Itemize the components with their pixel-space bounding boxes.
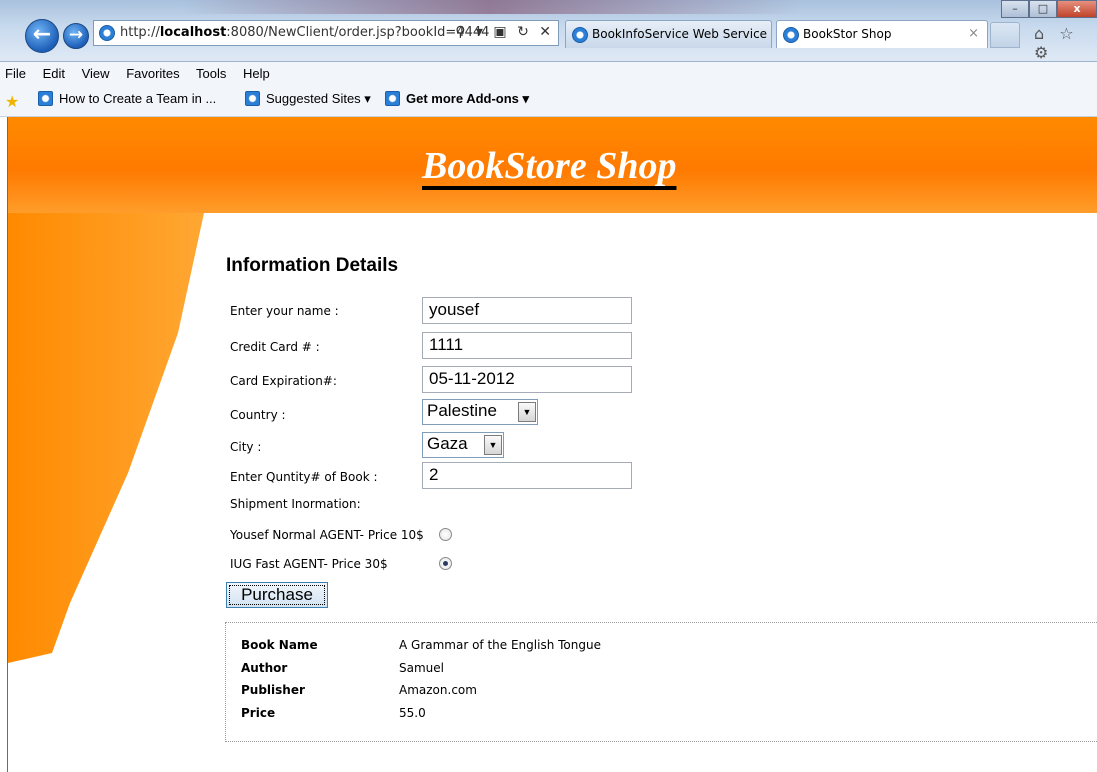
fav-label: How to Create a Team in ... (59, 91, 217, 106)
publisher-value: Amazon.com (399, 683, 477, 697)
name-input[interactable]: yousef (422, 297, 632, 324)
tab-bookinfoservice[interactable]: BookInfoService Web Service (565, 20, 772, 48)
city-label: City : (230, 440, 262, 454)
favorites-bar: ★ How to Create a Team in ... Suggested … (0, 85, 1097, 117)
fav-how-to-create-team[interactable]: How to Create a Team in ... (38, 91, 216, 106)
book-name-value: A Grammar of the English Tongue (399, 638, 601, 652)
maximize-button[interactable]: □ (1029, 0, 1057, 18)
menu-help[interactable]: Help (243, 66, 270, 81)
home-favorites-tools-icons[interactable]: ⌂ ☆ ⚙ (1034, 24, 1097, 62)
new-tab-button[interactable] (990, 22, 1020, 48)
back-button[interactable]: ← (25, 19, 59, 53)
country-label: Country : (230, 408, 286, 422)
price-key: Price (241, 706, 276, 720)
ie-page-icon (99, 25, 115, 41)
window-controls: – □ x (1001, 0, 1097, 18)
book-details-panel: Book Name A Grammar of the English Tongu… (225, 622, 1097, 742)
decorative-orange-wedge (8, 213, 204, 663)
shipment-label: Shipment Inormation: (230, 497, 361, 511)
quantity-input[interactable]: 2 (422, 462, 632, 489)
credit-card-input[interactable]: 1111 (422, 332, 632, 359)
agent-normal-radio[interactable] (439, 528, 452, 541)
fav-label: Get more Add-ons ▾ (406, 91, 530, 106)
close-window-button[interactable]: x (1057, 0, 1097, 18)
agent-fast-radio[interactable] (439, 557, 452, 570)
menu-bar: File Edit View Favorites Tools Help (0, 62, 1097, 85)
browser-title-bar: ← → http://localhost:8080/NewClient/orde… (0, 0, 1097, 62)
fav-suggested-sites[interactable]: Suggested Sites ▾ (245, 91, 371, 107)
tab-close-icon[interactable]: × (968, 26, 979, 41)
quantity-label: Enter Quntity# of Book : (230, 470, 378, 484)
ie-tab-icon (783, 27, 799, 43)
ie-page-icon (245, 91, 260, 106)
fav-label: Suggested Sites ▾ (266, 91, 371, 106)
publisher-key: Publisher (241, 683, 305, 697)
page-content: BookStore Shop Information Details Enter… (8, 117, 1097, 772)
author-key: Author (241, 661, 288, 675)
purchase-button[interactable]: Purchase (226, 582, 328, 608)
menu-file[interactable]: File (5, 66, 26, 81)
address-tools-icons[interactable]: ⚲ ▾ ▣ ↻ ✕ (455, 24, 554, 40)
address-rest: :8080/NewClient/order.jsp?bookId=4444 (226, 25, 490, 40)
menu-edit[interactable]: Edit (43, 66, 65, 81)
country-select[interactable]: Palestine ▼ (422, 399, 538, 425)
section-title: Information Details (226, 255, 399, 276)
country-selected-value: Palestine (427, 401, 497, 420)
tab-bookstor-shop[interactable]: BookStor Shop × (776, 20, 988, 48)
chevron-down-icon[interactable]: ▼ (484, 435, 502, 455)
ie-page-icon (38, 91, 53, 106)
chevron-down-icon[interactable]: ▼ (518, 402, 536, 422)
ie-page-icon (385, 91, 400, 106)
favorites-star-icon[interactable]: ★ (5, 92, 19, 112)
title-glow (180, 0, 800, 14)
city-select[interactable]: Gaza ▼ (422, 432, 504, 458)
address-bar[interactable]: http://localhost:8080/NewClient/order.js… (93, 20, 559, 46)
agent-fast-label: IUG Fast AGENT- Price 30$ (230, 557, 388, 571)
ie-tab-icon (572, 27, 588, 43)
fav-get-more-addons[interactable]: Get more Add-ons ▾ (385, 91, 529, 107)
address-host: localhost (159, 25, 227, 40)
address-prefix: http:// (120, 25, 160, 40)
card-expiration-input[interactable]: 05-11-2012 (422, 366, 632, 393)
agent-normal-label: Yousef Normal AGENT- Price 10$ (230, 528, 424, 542)
price-value: 55.0 (399, 706, 426, 720)
menu-view[interactable]: View (82, 66, 110, 81)
tab-label: BookInfoService Web Service (592, 27, 768, 41)
menu-tools[interactable]: Tools (196, 66, 226, 81)
card-expiration-label: Card Expiration#: (230, 374, 337, 388)
book-name-key: Book Name (241, 638, 318, 652)
minimize-button[interactable]: – (1001, 0, 1029, 18)
city-selected-value: Gaza (427, 434, 468, 453)
page-left-border (0, 117, 8, 772)
site-title: BookStore Shop (422, 145, 677, 187)
menu-favorites[interactable]: Favorites (126, 66, 179, 81)
name-label: Enter your name : (230, 304, 339, 318)
tab-label: BookStor Shop (803, 27, 892, 41)
forward-button[interactable]: → (63, 23, 89, 49)
credit-card-label: Credit Card # : (230, 340, 320, 354)
author-value: Samuel (399, 661, 444, 675)
